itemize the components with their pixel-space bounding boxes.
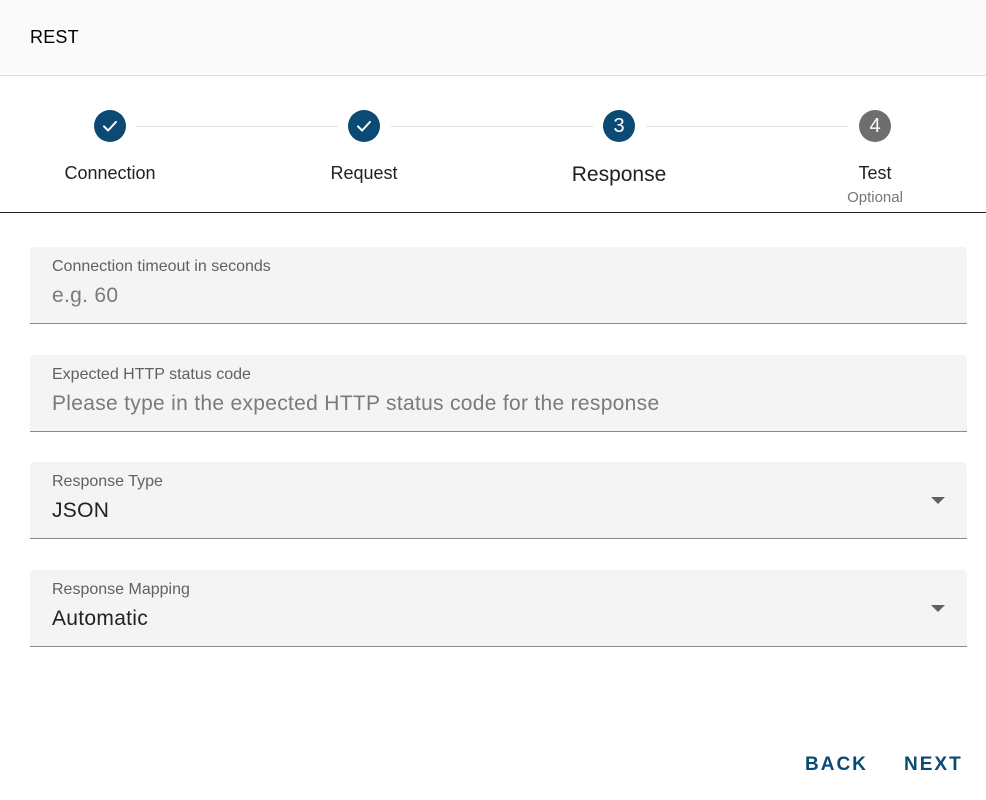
dropdown-arrow-icon[interactable] [931,605,945,612]
step-response[interactable]: 3 Response [509,77,729,212]
step-request-label: Request [330,163,398,183]
check-icon [103,120,117,132]
response-mapping-select[interactable]: Response Mapping Automatic [30,570,967,647]
connection-timeout-field[interactable]: Connection timeout in seconds [30,247,967,324]
response-mapping-value: Automatic [52,607,149,630]
step-connection-complete-badge [94,110,126,142]
step-request[interactable]: Request [254,77,474,212]
step-test[interactable]: 4 Test Optional [765,77,985,212]
step-test-label: Test [858,163,892,183]
response-type-select[interactable]: Response Type JSON [30,462,967,539]
step-response-number: 3 [603,110,635,142]
dropdown-arrow-icon[interactable] [931,497,945,504]
dialog-title: REST [30,27,79,47]
step-connection[interactable]: Connection [0,77,220,212]
step-test-number: 4 [859,110,891,142]
response-mapping-label: Response Mapping [52,581,190,598]
expected-status-code-input[interactable] [52,392,932,416]
expected-status-code-label: Expected HTTP status code [52,366,251,383]
step-test-optional-hint: Optional [847,189,903,206]
connection-timeout-input[interactable] [52,284,932,308]
rest-dialog: REST Connection Request 3 Response 4 Tes… [0,0,986,800]
response-type-value: JSON [52,499,110,522]
back-button[interactable]: BACK [797,747,876,783]
dialog-header: REST [0,0,986,76]
step-connection-label: Connection [64,163,156,183]
expected-status-code-field[interactable]: Expected HTTP status code [30,355,967,432]
next-button[interactable]: NEXT [896,747,971,783]
step-request-complete-badge [348,110,380,142]
response-type-label: Response Type [52,473,163,490]
connection-timeout-label: Connection timeout in seconds [52,258,271,275]
stepper: Connection Request 3 Response 4 Test Opt… [0,77,986,213]
check-icon [357,120,371,132]
step-response-label: Response [571,163,667,186]
